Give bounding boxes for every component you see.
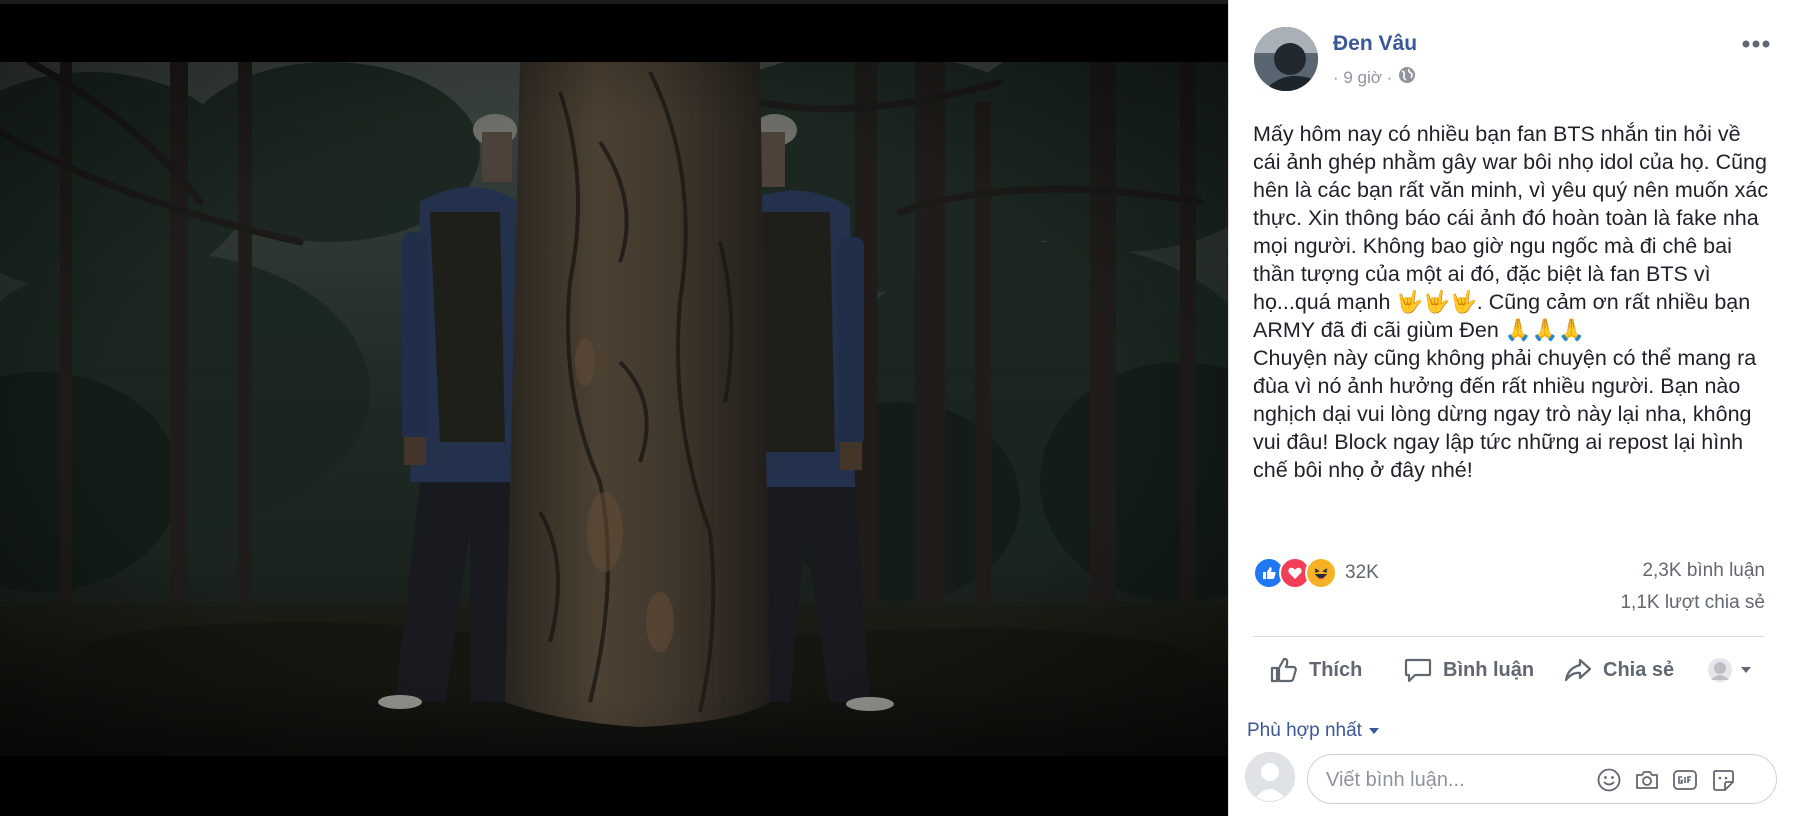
share-button[interactable]: Chia sẻ bbox=[1563, 652, 1674, 688]
emoji-icon[interactable] bbox=[1596, 767, 1622, 793]
like-label: Thích bbox=[1309, 658, 1363, 681]
thumbs-up-icon bbox=[1270, 657, 1297, 683]
gif-icon[interactable] bbox=[1672, 767, 1698, 793]
post-message: Mấy hôm nay có nhiều bạn fan BTS nhắn ti… bbox=[1253, 122, 1769, 482]
author-name-link[interactable]: Đen Vâu bbox=[1333, 32, 1417, 56]
reactions-summary[interactable]: 32K bbox=[1253, 557, 1379, 589]
default-avatar-icon bbox=[1246, 753, 1294, 801]
sticker-icon[interactable] bbox=[1710, 767, 1736, 793]
caret-down-icon bbox=[1368, 728, 1379, 734]
current-user-avatar bbox=[1245, 752, 1295, 802]
background-page-strip bbox=[0, 0, 1228, 4]
post-side-panel: Đen Vâu · 9 giờ · Mấy hôm nay có nhiều b… bbox=[1228, 0, 1793, 816]
comments-sort-dropdown[interactable]: Phù hợp nhất bbox=[1247, 720, 1380, 742]
react-as-selector[interactable] bbox=[1707, 652, 1753, 688]
comment-input[interactable] bbox=[1324, 755, 1578, 805]
shares-count-link[interactable]: 1,1K lượt chia sẻ bbox=[1620, 592, 1765, 614]
more-options-button[interactable] bbox=[1739, 32, 1773, 56]
speech-bubble-icon bbox=[1404, 658, 1432, 683]
like-button[interactable]: Thích bbox=[1269, 652, 1362, 688]
share-label: Chia sẻ bbox=[1603, 658, 1675, 681]
comment-composer bbox=[1307, 754, 1777, 805]
caret-down-icon bbox=[1741, 667, 1751, 673]
profile-silhouette-icon bbox=[1708, 658, 1732, 682]
sort-label: Phù hợp nhất bbox=[1247, 720, 1362, 741]
haha-icon bbox=[1305, 557, 1337, 589]
photo-viewer bbox=[0, 0, 1228, 816]
post-meta: · 9 giờ · bbox=[1333, 66, 1416, 89]
ellipsis-icon bbox=[1742, 40, 1770, 48]
share-arrow-icon bbox=[1564, 658, 1592, 682]
post-photo[interactable] bbox=[0, 62, 1228, 756]
avatar-image bbox=[1254, 27, 1318, 91]
actions-divider bbox=[1253, 636, 1765, 637]
globe-icon[interactable] bbox=[1398, 66, 1416, 89]
reaction-count[interactable]: 32K bbox=[1345, 562, 1379, 584]
comments-count-link[interactable]: 2,3K bình luận bbox=[1642, 560, 1765, 582]
comment-label: Bình luận bbox=[1443, 658, 1535, 681]
post-timestamp[interactable]: · 9 giờ · bbox=[1333, 68, 1392, 88]
camera-icon[interactable] bbox=[1634, 767, 1660, 793]
author-avatar[interactable] bbox=[1254, 27, 1318, 91]
forest-photo-illustration bbox=[0, 62, 1228, 756]
comment-button[interactable]: Bình luận bbox=[1403, 652, 1534, 688]
